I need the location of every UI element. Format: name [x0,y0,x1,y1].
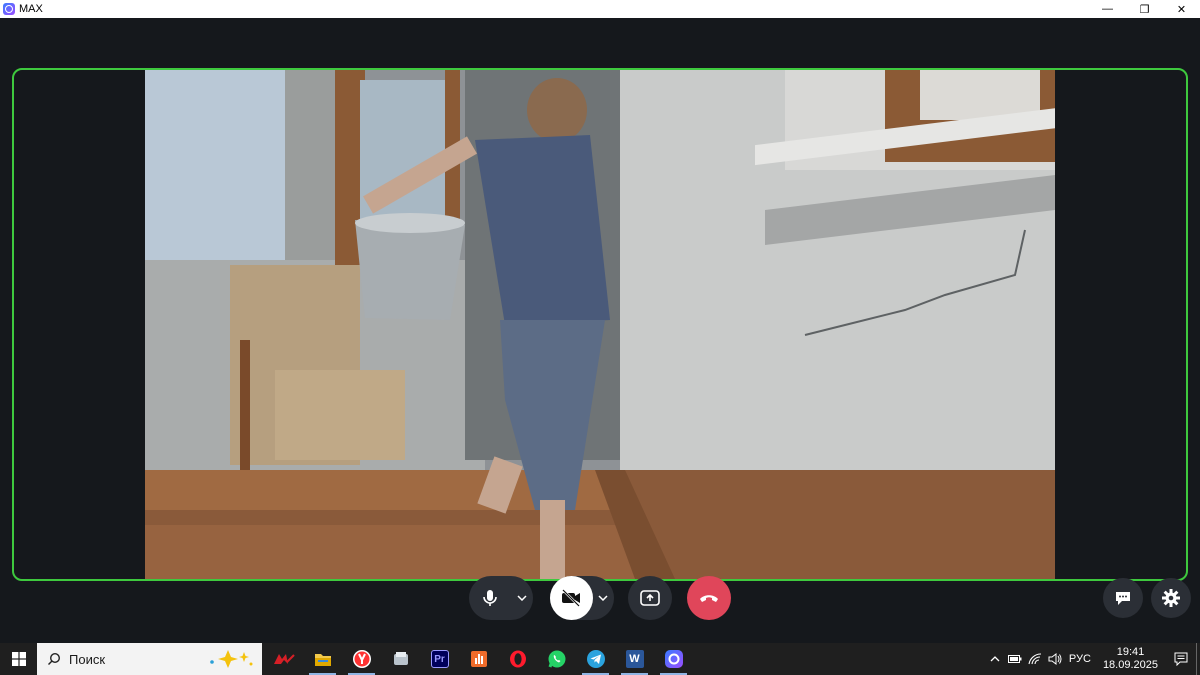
taskbar-app-list: Pr W [264,643,693,675]
input-language-indicator[interactable]: РУС [1065,653,1095,665]
window-controls: — ❐ ✕ [1089,0,1200,18]
hang-up-icon [700,595,718,602]
window-titlebar: MAX — ❐ ✕ [0,0,1200,18]
remote-video-feed [145,70,1055,579]
opera-icon [509,650,526,668]
search-highlight-sparkle-icon [210,650,253,668]
mic-control-group [469,576,533,620]
taskbar-premiere-pro[interactable]: Pr [420,643,459,675]
wifi-icon[interactable] [1025,653,1045,665]
taskbar-app-red-logo[interactable] [264,643,303,675]
windows-taskbar: Поиск Pr W РУС 19:41 18.09.2025 [0,643,1200,675]
close-button[interactable]: ✕ [1163,0,1200,18]
taskbar-clock[interactable]: 19:41 18.09.2025 [1103,646,1158,672]
microphone-icon [483,590,498,606]
taskbar-max[interactable] [654,643,693,675]
camera-off-icon [562,589,581,607]
chat-button[interactable] [1103,578,1143,618]
video-tile[interactable] [12,68,1188,581]
restore-button[interactable]: ❐ [1126,0,1163,18]
hang-up-button[interactable] [687,576,731,620]
max-icon [664,650,683,668]
orange-app-icon [470,651,487,667]
word-icon: W [625,650,644,668]
minimize-button[interactable]: — [1089,0,1126,18]
settings-button[interactable] [1151,578,1191,618]
call-area [0,18,1200,643]
camera-control-group [550,576,614,620]
search-icon [48,652,61,665]
battery-icon[interactable] [1005,655,1025,663]
taskbar-file-explorer[interactable] [303,643,342,675]
taskbar-opera[interactable] [498,643,537,675]
folder-icon [314,653,331,666]
grey-app-icon [393,652,408,665]
screen-share-icon [640,590,660,606]
clock-time: 19:41 [1116,646,1145,658]
search-placeholder: Поиск [69,651,106,667]
taskbar-yandex-browser[interactable] [342,643,381,675]
screen-share-button[interactable] [628,576,672,620]
taskbar-telegram[interactable] [576,643,615,675]
settings-gear-icon [1162,589,1180,607]
taskbar-search-box[interactable]: Поиск [37,643,262,675]
taskbar-app-grey[interactable] [381,643,420,675]
system-tray: РУС 19:41 18.09.2025 [985,643,1200,675]
red-brand-icon [273,654,295,664]
taskbar-whatsapp[interactable] [537,643,576,675]
windows-logo-icon [11,652,26,666]
clock-date: 18.09.2025 [1102,659,1158,671]
max-app-icon [3,3,15,15]
video-frame-image [145,70,1055,579]
show-desktop-button[interactable] [1196,643,1200,675]
notification-center-icon[interactable] [1166,643,1196,675]
camera-toggle-button[interactable] [550,576,593,620]
whatsapp-icon [548,650,565,668]
mic-options-chevron-icon[interactable] [512,576,533,620]
call-controls [0,576,1200,620]
premiere-pro-icon: Pr [430,650,449,668]
telegram-icon [586,650,605,668]
start-button[interactable] [0,643,37,675]
window-title: MAX [19,3,43,15]
chat-icon [1116,592,1130,605]
yandex-browser-icon [352,650,371,668]
taskbar-word[interactable]: W [615,643,654,675]
tray-overflow-chevron-icon[interactable] [985,656,1005,662]
mic-toggle-button[interactable] [469,576,512,620]
camera-options-chevron-icon[interactable] [593,576,614,620]
volume-icon[interactable] [1045,653,1065,665]
taskbar-app-orange[interactable] [459,643,498,675]
